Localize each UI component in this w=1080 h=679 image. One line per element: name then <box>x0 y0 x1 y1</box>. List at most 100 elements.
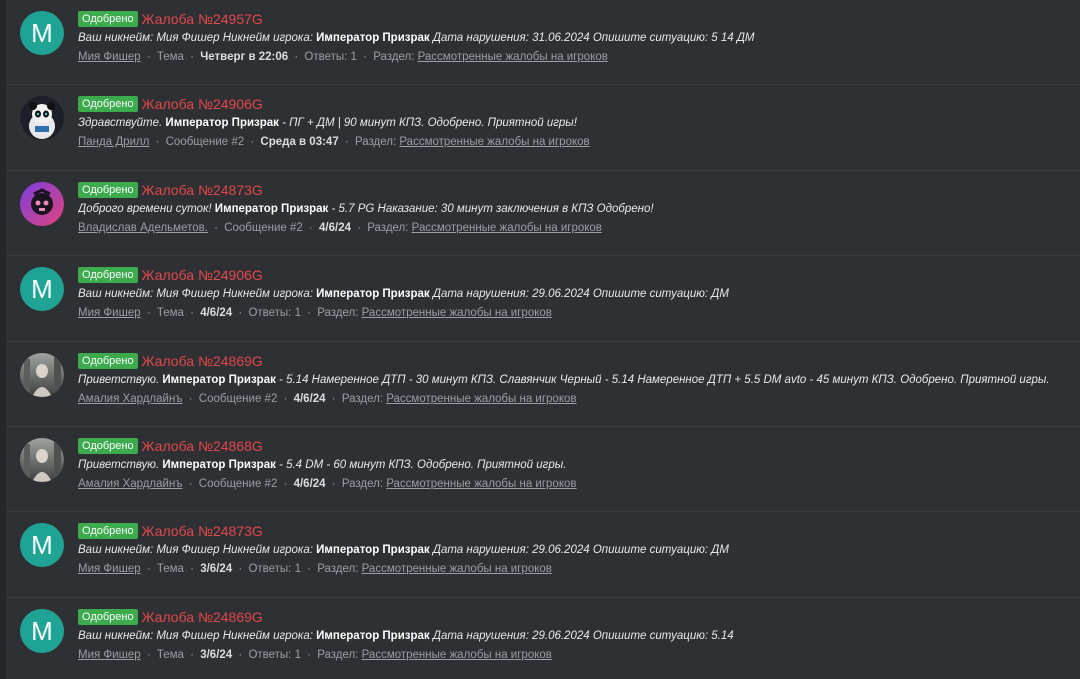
result-snippet: Ваш никнейм: Мия Фишер Никнейм игрока: И… <box>78 628 1070 645</box>
result-title-link[interactable]: Жалоба №24906G <box>142 267 263 283</box>
result-content: Одобрено Жалоба №24869G Ваш никнейм: Мия… <box>78 607 1070 664</box>
meta-separator: · <box>363 51 367 63</box>
search-result-row: M Одобрено Жалоба №24873G Ваш никнейм: М… <box>6 512 1080 598</box>
result-content: Одобрено Жалоба №24869G Приветствую. Имп… <box>78 351 1070 408</box>
result-title-link[interactable]: Жалоба №24906G <box>142 96 263 112</box>
author-link[interactable]: Владислав Адельметов. <box>78 222 208 234</box>
forum-link[interactable]: Рассмотренные жалобы на игроков <box>386 393 576 405</box>
search-result-row: Одобрено Жалоба №24868G Приветствую. Имп… <box>6 427 1080 513</box>
author-link[interactable]: Амалия Хардлайнъ <box>78 478 183 490</box>
result-title-link[interactable]: Жалоба №24873G <box>142 182 263 198</box>
search-result-row: M Одобрено Жалоба №24869G Ваш никнейм: М… <box>6 598 1080 679</box>
avatar[interactable] <box>20 352 64 397</box>
highlighted-term: Император Призрак <box>214 202 329 215</box>
snippet-text: - 5.4 DM - 60 минут КПЗ. Одобрено. Прият… <box>275 458 567 471</box>
result-title-line: Одобрено Жалоба №24906G <box>78 94 1070 114</box>
snippet-text: - 5.14 Намеренное ДТП - 30 минут КПЗ. Сл… <box>275 373 1050 386</box>
result-meta: Мия Фишер · Тема · 3/6/24 · Ответы: 1 · … <box>78 647 1070 664</box>
meta-separator: · <box>190 51 194 63</box>
forum-link[interactable]: Рассмотренные жалобы на игроков <box>386 478 576 490</box>
meta-separator: · <box>331 477 336 490</box>
extra-wrap: · Ответы: 1 <box>291 51 360 63</box>
section-label: Раздел: <box>317 307 359 320</box>
result-title-link[interactable]: Жалоба №24873G <box>142 523 263 539</box>
forum-link[interactable]: Рассмотренные жалобы на игроков <box>362 563 552 575</box>
snippet-text: Дата нарушения: 29.06.2024 Опишите ситуа… <box>429 288 729 301</box>
search-result-row: Одобрено Жалоба №24906G Здравствуйте. Им… <box>6 85 1080 171</box>
result-snippet: Приветствую. Император Призрак - 5.4 DM … <box>78 457 1070 474</box>
result-snippet: Ваш никнейм: Мия Фишер Никнейм игрока: И… <box>78 286 1070 303</box>
avatar[interactable]: M <box>20 523 64 568</box>
extra-wrap: · Ответы: 1 <box>235 649 304 661</box>
result-title-link[interactable]: Жалоба №24869G <box>142 609 263 625</box>
snippet-text: - 5.7 PG Наказание: 30 минут заключения … <box>328 202 654 215</box>
result-title-link[interactable]: Жалоба №24957G <box>142 11 263 27</box>
search-result-row: Одобрено Жалоба №24869G Приветствую. Имп… <box>6 342 1080 427</box>
status-badge: Одобрено <box>78 181 138 198</box>
replies-count: Ответы: 1 <box>248 563 301 576</box>
meta-separator: · <box>331 392 336 405</box>
avatar[interactable] <box>20 181 64 226</box>
meta-separator: · <box>238 307 243 320</box>
highlighted-term: Император Призрак <box>316 544 430 557</box>
section-label: Раздел: <box>354 136 397 149</box>
forum-link[interactable]: Рассмотренные жалобы на игроков <box>418 51 608 63</box>
avatar-letter: M <box>31 530 53 561</box>
meta-separator: · <box>307 563 312 576</box>
meta-separator: · <box>294 51 299 63</box>
result-title-line: Одобрено Жалоба №24869G <box>78 607 1070 627</box>
snippet-text: Приветствую. <box>78 373 163 386</box>
author-link[interactable]: Панда Дрилл <box>78 136 149 148</box>
snippet-text: Ваш никнейм: Мия Фишер Никнейм игрока: <box>78 629 317 642</box>
highlighted-term: Император Призрак <box>162 373 276 386</box>
author-link[interactable]: Амалия Хардлайнъ <box>78 393 183 405</box>
snippet-text: Доброго времени суток! <box>78 202 215 215</box>
result-title-line: Одобрено Жалоба №24957G <box>78 9 1070 29</box>
meta-separator: · <box>146 307 151 320</box>
forum-link[interactable]: Рассмотренные жалобы на игроков <box>399 136 589 148</box>
highlighted-term: Император Призрак <box>316 629 430 642</box>
result-date: Четверг в 22:06 <box>200 51 289 63</box>
result-date: 4/6/24 <box>293 477 326 490</box>
section-label: Раздел: <box>367 221 409 234</box>
result-title-line: Одобрено Жалоба №24906G <box>78 265 1070 285</box>
author-link[interactable]: Мия Фишер <box>78 307 141 319</box>
result-content: Одобрено Жалоба №24906G Ваш никнейм: Мия… <box>78 265 1070 322</box>
avatar[interactable]: M <box>20 608 64 653</box>
section-label: Раздел: <box>317 563 359 576</box>
avatar[interactable]: M <box>20 11 64 55</box>
forum-link[interactable]: Рассмотренные жалобы на игроков <box>362 649 552 661</box>
avatar[interactable]: M <box>20 267 64 312</box>
section-label: Раздел: <box>317 648 359 661</box>
meta-separator: · <box>344 136 349 149</box>
meta-separator: · <box>238 648 243 661</box>
author-link[interactable]: Мия Фишер <box>78 649 141 661</box>
section-label: Раздел: <box>373 51 415 63</box>
snippet-text: - ПГ + ДМ | 90 минут КПЗ. Одобрено. Прия… <box>278 117 577 130</box>
result-content: Одобрено Жалоба №24868G Приветствую. Имп… <box>78 436 1070 493</box>
result-title-link[interactable]: Жалоба №24869G <box>142 353 263 369</box>
search-result-row: M Одобрено Жалоба №24957G Ваш никнейм: М… <box>6 0 1080 86</box>
snippet-text: Дата нарушения: 29.06.2024 Опишите ситуа… <box>429 544 729 557</box>
meta-separator: · <box>188 477 193 490</box>
result-content: Одобрено Жалоба №24906G Здравствуйте. Им… <box>78 94 1070 151</box>
result-type: Сообщение #2 <box>198 477 278 490</box>
snippet-text: Ваш никнейм: Мия Фишер Никнейм игрока: <box>78 544 317 557</box>
avatar[interactable] <box>20 96 64 141</box>
result-title-link[interactable]: Жалоба №24868G <box>142 438 263 454</box>
result-meta: Мия Фишер · Тема · 4/6/24 · Ответы: 1 · … <box>78 305 1070 322</box>
author-link[interactable]: Мия Фишер <box>78 51 141 63</box>
result-type: Сообщение #2 <box>224 221 303 234</box>
forum-link[interactable]: Рассмотренные жалобы на игроков <box>412 222 602 234</box>
avatar-image <box>20 96 64 141</box>
replies-count: Ответы: 1 <box>248 648 301 661</box>
result-date: Среда в 03:47 <box>260 136 339 149</box>
author-link[interactable]: Мия Фишер <box>78 563 141 575</box>
avatar-letter: M <box>31 615 53 646</box>
replies-count: Ответы: 1 <box>248 307 301 320</box>
avatar[interactable] <box>20 437 64 482</box>
meta-separator: · <box>308 221 313 234</box>
forum-link[interactable]: Рассмотренные жалобы на игроков <box>362 307 552 319</box>
result-type: Тема <box>156 563 184 576</box>
result-snippet: Ваш никнейм: Мия Фишер Никнейм игрока: И… <box>78 542 1070 559</box>
